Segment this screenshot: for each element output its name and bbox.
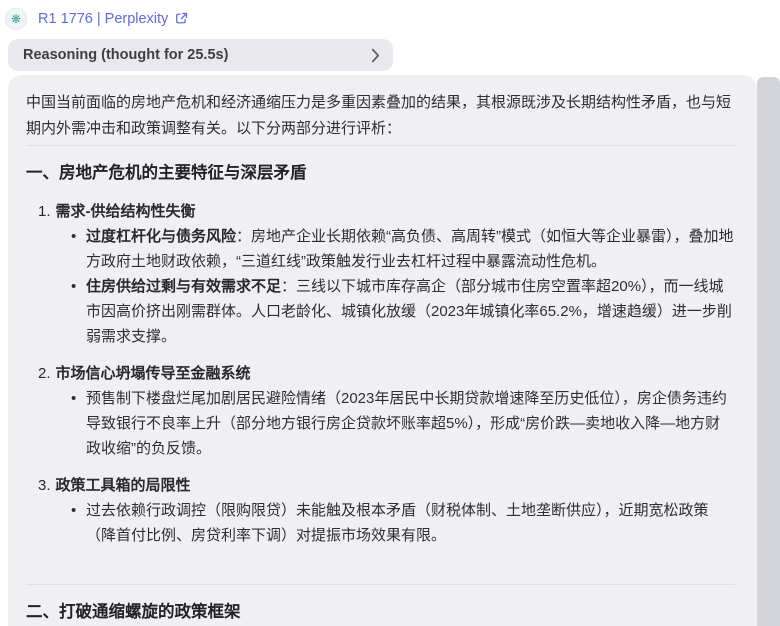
list-number: 2. bbox=[38, 365, 51, 382]
chevron-right-icon bbox=[371, 48, 380, 63]
bullet-list: 预售制下楼盘烂尾加剧居民避险情绪（2023年居民中长期贷款增速降至历史低位），房… bbox=[38, 386, 735, 461]
list-item-3: 3.政策工具箱的局限性 过去依赖行政调控（限购限贷）未能触及根本矛盾（财税体制、… bbox=[38, 473, 735, 548]
bullet-item: 过去依赖行政调控（限购限贷）未能触及根本矛盾（财税体制、土地垄断供应），近期宽松… bbox=[38, 498, 735, 548]
list-number: 3. bbox=[38, 477, 51, 494]
numbered-list: 1.需求-供给结构性失衡 过度杠杆化与债务风险：房地产企业长期依赖“高负债、高周… bbox=[26, 199, 735, 548]
model-icon: ❋ bbox=[5, 7, 27, 30]
divider bbox=[26, 145, 735, 146]
answer-intro: 中国当前面临的房地产危机和经济通缩压力是多重因素叠加的结果，其根源既涉及长期结构… bbox=[26, 94, 732, 137]
model-label: R1 1776 | Perplexity bbox=[38, 10, 169, 27]
message-header: ❋ R1 1776 | Perplexity bbox=[0, 0, 780, 30]
answer-card: 中国当前面临的房地产危机和经济通缩压力是多重因素叠加的结果，其根源既涉及长期结构… bbox=[8, 75, 757, 626]
reasoning-label: Reasoning (thought for 25.5s) bbox=[23, 47, 229, 63]
reasoning-toggle[interactable]: Reasoning (thought for 25.5s) bbox=[8, 39, 393, 71]
scrollbar-thumb[interactable] bbox=[757, 77, 780, 626]
section-heading-1: 一、房地产危机的主要特征与深层矛盾 bbox=[26, 164, 307, 182]
external-link-icon bbox=[175, 12, 188, 25]
bullet-item: 过度杠杆化与债务风险：房地产企业长期依赖“高负债、高周转”模式（如恒大等企业暴雷… bbox=[38, 224, 735, 274]
list-item-title: 3. 政策工具箱的局限性 bbox=[38, 477, 191, 494]
divider bbox=[26, 584, 735, 585]
list-item-2: 2.市场信心坍塌传导至金融系统 预售制下楼盘烂尾加剧居民避险情绪（2023年居民… bbox=[38, 361, 735, 461]
bullet-item: 预售制下楼盘烂尾加剧居民避险情绪（2023年居民中长期贷款增速降至历史低位），房… bbox=[38, 386, 735, 461]
section-heading-2: 二、打破通缩螺旋的政策框架 bbox=[26, 603, 241, 621]
list-item-1: 1.需求-供给结构性失衡 过度杠杆化与债务风险：房地产企业长期依赖“高负债、高周… bbox=[38, 199, 735, 349]
list-item-title: 2. 市场信心坍塌传导至金融系统 bbox=[38, 365, 251, 382]
bullet-item: 住房供给过剩与有效需求不足：三线以下城市库存高企（部分城市住房空置率超20%），… bbox=[38, 274, 735, 349]
list-item-title: 1. 需求-供给结构性失衡 bbox=[38, 203, 196, 220]
bullet-list: 过去依赖行政调控（限购限贷）未能触及根本矛盾（财税体制、土地垄断供应），近期宽松… bbox=[38, 498, 735, 548]
model-link[interactable]: R1 1776 | Perplexity bbox=[38, 11, 188, 27]
list-number: 1. bbox=[38, 203, 51, 220]
bullet-list: 过度杠杆化与债务风险：房地产企业长期依赖“高负债、高周转”模式（如恒大等企业暴雷… bbox=[38, 224, 735, 349]
